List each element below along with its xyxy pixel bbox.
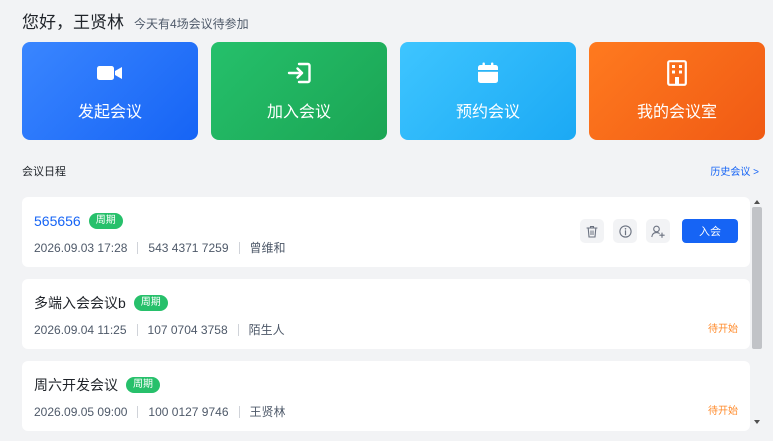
meeting-card[interactable]: 周六开发会议 周期 2026.09.05 09:00 100 0127 9746… bbox=[22, 361, 750, 431]
meeting-host: 曾维和 bbox=[249, 241, 286, 255]
join-button[interactable]: 入会 bbox=[682, 219, 738, 243]
meeting-actions: 入会 bbox=[580, 219, 738, 243]
meeting-host: 王贤林 bbox=[249, 405, 286, 419]
building-icon bbox=[664, 60, 690, 86]
meeting-id: 107 0704 3758 bbox=[147, 322, 228, 337]
greeting-header: 您好，王贤林 今天有4场会议待参加 bbox=[22, 8, 249, 33]
meeting-list: 565656 周期 2026.09.03 17:28 543 4371 7259… bbox=[22, 197, 750, 441]
meeting-id: 543 4371 7259 bbox=[148, 240, 229, 255]
add-user-icon bbox=[651, 225, 665, 238]
divider bbox=[237, 323, 239, 336]
scroll-down-arrow-icon[interactable] bbox=[753, 417, 761, 427]
meeting-card[interactable]: 多端入会会议b 周期 2026.09.04 11:25 107 0704 375… bbox=[22, 279, 750, 349]
meeting-datetime: 2026.09.03 17:28 bbox=[34, 240, 128, 255]
meeting-name[interactable]: 565656 bbox=[34, 213, 81, 229]
schedule-meeting-label: 预约会议 bbox=[455, 104, 520, 121]
video-camera-icon bbox=[97, 60, 123, 86]
delete-button[interactable] bbox=[580, 219, 604, 243]
divider bbox=[238, 405, 240, 418]
join-meeting-label: 加入会议 bbox=[266, 104, 331, 121]
start-meeting-button[interactable]: 发起会议 bbox=[22, 42, 198, 140]
divider bbox=[137, 405, 139, 418]
calendar-icon bbox=[475, 60, 501, 86]
meeting-card[interactable]: 565656 周期 2026.09.03 17:28 543 4371 7259… bbox=[22, 197, 750, 267]
info-button[interactable] bbox=[613, 219, 637, 243]
meeting-name[interactable]: 多端入会会议b bbox=[34, 293, 126, 313]
enter-icon bbox=[286, 60, 312, 86]
scroll-thumb[interactable] bbox=[752, 207, 762, 349]
recurring-badge: 周期 bbox=[133, 295, 168, 311]
meeting-status: 待开始 bbox=[708, 406, 738, 417]
meeting-id: 100 0127 9746 bbox=[148, 404, 229, 419]
meeting-name[interactable]: 周六开发会议 bbox=[34, 375, 118, 395]
my-meeting-room-button[interactable]: 我的会议室 bbox=[589, 42, 765, 140]
scroll-up-arrow-icon[interactable] bbox=[753, 197, 761, 207]
quick-actions: 发起会议 加入会议 预约会议 我的会议室 bbox=[22, 42, 765, 140]
trash-icon bbox=[586, 225, 598, 238]
divider bbox=[136, 323, 138, 336]
info-icon bbox=[618, 224, 632, 238]
my-meeting-room-label: 我的会议室 bbox=[636, 104, 717, 121]
invite-button[interactable] bbox=[646, 219, 670, 243]
meeting-home: 您好，王贤林 今天有4场会议待参加 发起会议 加入会议 预约会议 我的会议室 会… bbox=[0, 0, 773, 441]
scrollbar[interactable] bbox=[751, 197, 763, 427]
history-meetings-link[interactable]: 历史会议 > bbox=[710, 163, 759, 179]
recurring-badge: 周期 bbox=[126, 377, 160, 393]
greeting-subtitle: 今天有4场会议待参加 bbox=[134, 17, 249, 31]
start-meeting-label: 发起会议 bbox=[77, 104, 142, 121]
join-meeting-button[interactable]: 加入会议 bbox=[211, 42, 387, 140]
meeting-datetime: 2026.09.04 11:25 bbox=[34, 322, 127, 337]
schedule-meeting-button[interactable]: 预约会议 bbox=[400, 42, 576, 140]
divider bbox=[137, 241, 139, 254]
schedule-title: 会议日程 bbox=[22, 166, 66, 178]
recurring-badge: 周期 bbox=[88, 213, 123, 229]
meeting-datetime: 2026.09.05 09:00 bbox=[34, 404, 128, 419]
divider bbox=[238, 241, 240, 254]
schedule-header: 会议日程 历史会议 > bbox=[22, 163, 759, 179]
greeting-text: 您好，王贤林 bbox=[22, 13, 124, 32]
meeting-host: 陌生人 bbox=[248, 323, 285, 337]
meeting-status: 待开始 bbox=[708, 324, 738, 335]
